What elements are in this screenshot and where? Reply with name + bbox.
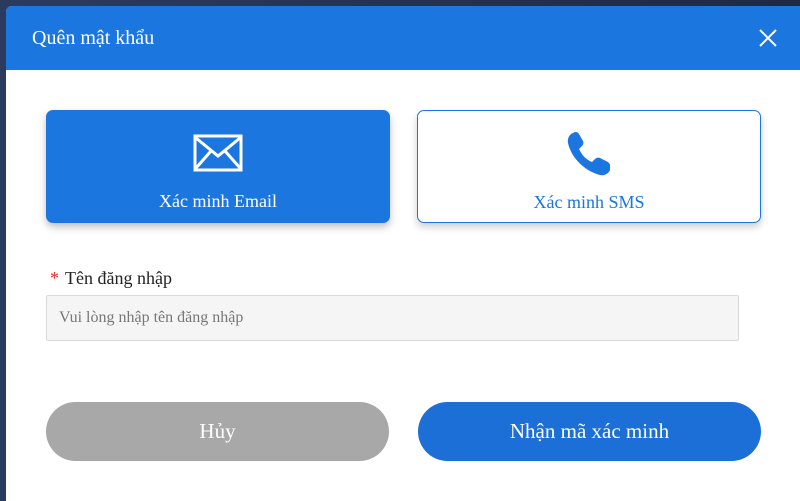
cancel-button[interactable]: Hủy [46, 402, 389, 461]
username-label: * Tên đăng nhập [50, 267, 172, 289]
envelope-icon [193, 134, 243, 172]
verify-sms-option[interactable]: Xác minh SMS [417, 110, 761, 223]
close-icon [759, 29, 777, 47]
phone-icon [567, 132, 610, 176]
forgot-password-dialog: Quên mật khẩu Xác minh Email Xác minh SM… [6, 6, 800, 501]
get-verification-code-button[interactable]: Nhận mã xác minh [418, 402, 761, 461]
verify-sms-label: Xác minh SMS [533, 192, 645, 212]
username-label-text: Tên đăng nhập [65, 268, 172, 288]
dialog-title: Quên mật khẩu [32, 27, 155, 49]
verify-email-label: Xác minh Email [159, 191, 277, 211]
dialog-header: Quên mật khẩu [6, 6, 800, 70]
verify-email-option[interactable]: Xác minh Email [46, 110, 390, 223]
required-marker: * [50, 268, 59, 288]
username-input[interactable] [46, 295, 739, 341]
close-button[interactable] [752, 22, 784, 54]
